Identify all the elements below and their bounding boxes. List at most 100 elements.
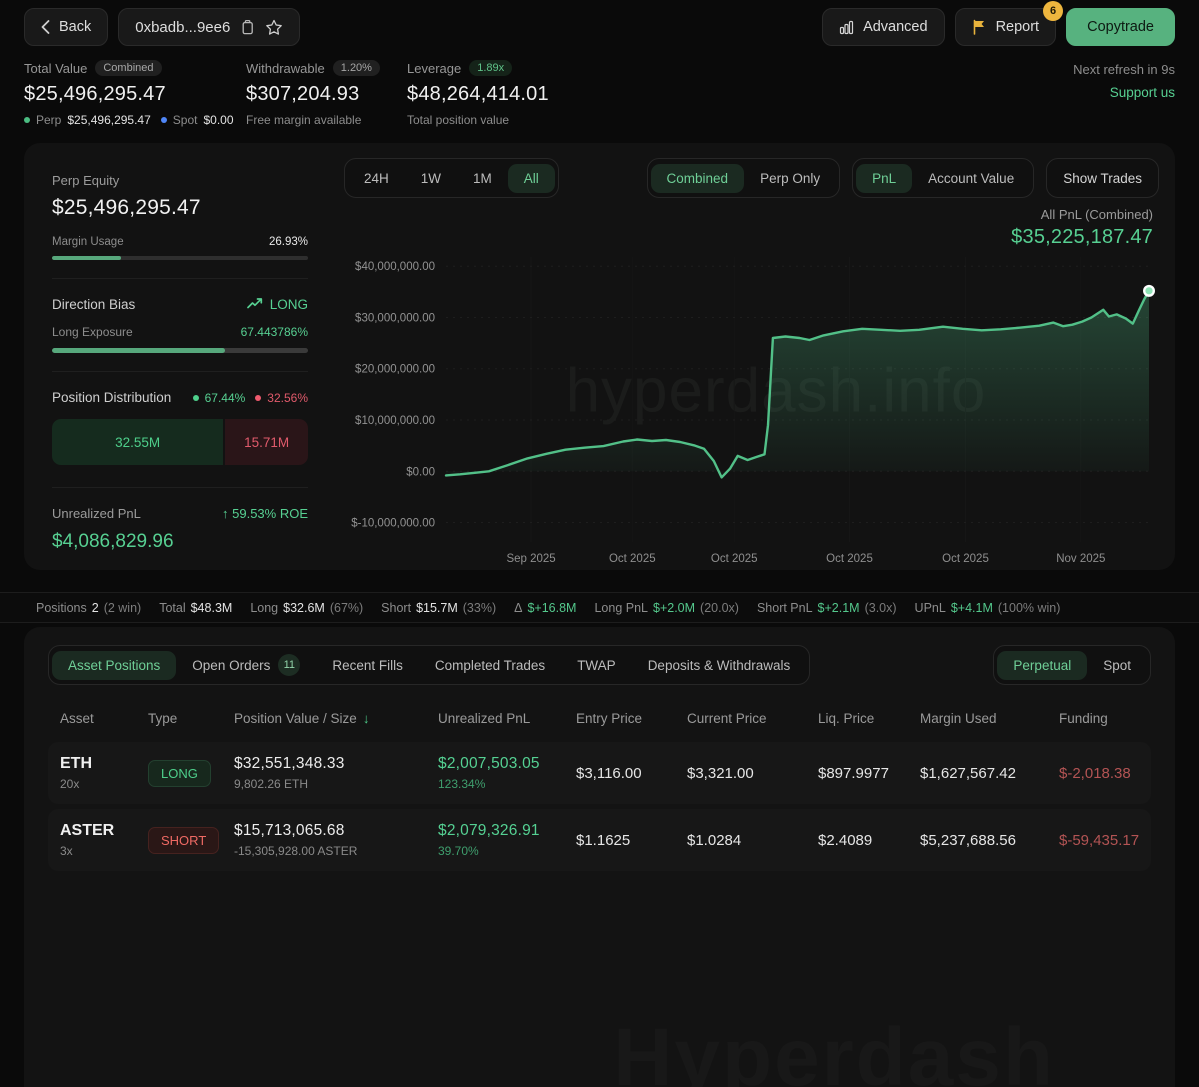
col-liq-price[interactable]: Liq. Price [818, 711, 920, 726]
row-upnl: $2,079,326.91 [438, 822, 576, 840]
row-upnl: $2,007,503.05 [438, 755, 576, 773]
tab-deposits-withdrawals[interactable]: Deposits & Withdrawals [632, 651, 807, 680]
range-1m-tab[interactable]: 1M [457, 164, 508, 193]
tab-asset-positions[interactable]: Asset Positions [52, 651, 176, 680]
metric-account-value-tab[interactable]: Account Value [912, 164, 1030, 193]
col-asset[interactable]: Asset [60, 711, 148, 726]
perp-label: Perp [36, 113, 61, 127]
advanced-label: Advanced [863, 19, 928, 35]
roe-value: 59.53% ROE [232, 506, 308, 521]
long-exposure-value: 67.443786% [241, 325, 308, 339]
row-upnl-pct: 123.34% [438, 777, 576, 791]
svg-text:$40,000,000.00: $40,000,000.00 [355, 261, 435, 273]
withdrawable-stat: Withdrawable 1.20% $307,204.93 Free marg… [246, 60, 407, 127]
withdrawable-label: Withdrawable [246, 61, 325, 76]
perp-value: $25,496,295.47 [67, 113, 150, 127]
withdrawable-sub: Free margin available [246, 113, 361, 127]
col-type[interactable]: Type [148, 711, 234, 726]
summary-upnl: UPnL$+4.1M(100% win) [915, 601, 1061, 615]
table-watermark: Hyperdash [613, 1011, 1055, 1087]
svg-text:Oct 2025: Oct 2025 [609, 553, 656, 565]
equity-panel: Perp Equity $25,496,295.47 Margin Usage … [24, 143, 334, 570]
svg-text:$0.00: $0.00 [406, 466, 435, 478]
total-value-label: Total Value [24, 61, 87, 76]
copytrade-button[interactable]: Copytrade [1066, 8, 1175, 46]
time-range-group: 24H 1W 1M All [344, 158, 559, 198]
long-badge: LONG [148, 760, 211, 787]
dist-long-pct: 67.44% [205, 391, 246, 405]
col-unrealized-pnl[interactable]: Unrealized PnL [438, 711, 576, 726]
range-all-tab[interactable]: All [508, 164, 555, 193]
margin-used: $1,627,567.42 [920, 765, 1059, 782]
pnl-chart-area: 24H 1W 1M All Combined Perp Only PnL Acc… [334, 143, 1175, 570]
col-current-price[interactable]: Current Price [687, 711, 818, 726]
short-badge: SHORT [148, 827, 219, 854]
wallet-address-pill[interactable]: 0xbadb...9ee6 [118, 8, 300, 46]
back-button[interactable]: Back [24, 8, 108, 46]
svg-text:Oct 2025: Oct 2025 [711, 553, 758, 565]
market-perpetual-tab[interactable]: Perpetual [997, 651, 1087, 680]
position-row-aster[interactable]: ASTER3x SHORT $15,713,065.68-15,305,928.… [48, 809, 1151, 871]
summary-delta: Δ$+16.8M [514, 601, 576, 615]
summary-long-pnl: Long PnL$+2.0M(20.0x) [594, 601, 738, 615]
metric-group: PnL Account Value [852, 158, 1034, 198]
col-entry-price[interactable]: Entry Price [576, 711, 687, 726]
unrealized-pnl-label: Unrealized PnL [52, 506, 141, 521]
svg-text:$10,000,000.00: $10,000,000.00 [355, 415, 435, 427]
perp-equity-value: $25,496,295.47 [52, 196, 308, 220]
account-stats-row: Total Value Combined $25,496,295.47 Perp… [0, 60, 1199, 127]
position-value: $15,713,065.68 [234, 822, 438, 840]
wallet-address: 0xbadb...9ee6 [135, 19, 230, 36]
range-24h-tab[interactable]: 24H [348, 164, 405, 193]
advanced-button[interactable]: Advanced [822, 8, 945, 46]
portfolio-card: Perp Equity $25,496,295.47 Margin Usage … [24, 143, 1175, 570]
copy-icon[interactable] [240, 19, 255, 35]
support-us-link[interactable]: Support us [1073, 85, 1175, 100]
current-price: $1.0284 [687, 832, 818, 849]
report-count-badge: 6 [1043, 1, 1063, 21]
tab-open-orders[interactable]: Open Orders 11 [176, 647, 316, 683]
mode-perp-only-tab[interactable]: Perp Only [744, 164, 836, 193]
withdrawable-value: $307,204.93 [246, 83, 407, 106]
flag-icon [972, 19, 987, 35]
roe-up-arrow-icon: ↑ [222, 506, 229, 521]
col-position-value[interactable]: Position Value / Size↓ [234, 711, 438, 726]
tab-completed-trades[interactable]: Completed Trades [419, 651, 561, 680]
report-button[interactable]: Report 6 [955, 8, 1057, 46]
col-margin-used[interactable]: Margin Used [920, 711, 1059, 726]
row-upnl-pct: 39.70% [438, 844, 576, 858]
long-exposure-label: Long Exposure [52, 325, 133, 339]
leverage-stat: Leverage 1.89x $48,264,414.01 Total posi… [407, 60, 549, 127]
show-trades-button[interactable]: Show Trades [1046, 158, 1159, 198]
col-funding[interactable]: Funding [1059, 711, 1151, 726]
refresh-countdown: Next refresh in 9s [1073, 62, 1175, 77]
market-type-group: Perpetual Spot [993, 645, 1151, 685]
tab-twap[interactable]: TWAP [561, 651, 632, 680]
perp-equity-label: Perp Equity [52, 173, 308, 188]
entry-price: $1.1625 [576, 832, 687, 849]
leverage-badge: 1.89x [469, 60, 512, 76]
position-row-eth[interactable]: ETH20x LONG $32,551,348.339,802.26 ETH $… [48, 742, 1151, 804]
positions-table-header: Asset Type Position Value / Size↓ Unreal… [48, 711, 1151, 726]
asset-leverage: 3x [60, 844, 148, 858]
combined-badge: Combined [95, 60, 161, 76]
direction-bias-value: LONG [270, 297, 308, 312]
position-distribution-label: Position Distribution [52, 390, 171, 405]
tab-recent-fills[interactable]: Recent Fills [316, 651, 419, 680]
pnl-chart[interactable]: hyperdash.info Sep 2025Oct 2025Oct 2025O… [344, 251, 1159, 570]
long-exposure-bar [52, 348, 308, 353]
market-spot-tab[interactable]: Spot [1087, 651, 1147, 680]
leverage-sub: Total position value [407, 113, 509, 127]
direction-bias-label: Direction Bias [52, 297, 135, 312]
margin-used: $5,237,688.56 [920, 832, 1059, 849]
liq-price: $897.9977 [818, 765, 920, 782]
range-1w-tab[interactable]: 1W [405, 164, 457, 193]
summary-positions: Positions2(2 win) [36, 601, 141, 615]
long-distribution-cell: 32.55M [52, 419, 223, 465]
summary-short: Short$15.7M(33%) [381, 601, 496, 615]
svg-text:Nov 2025: Nov 2025 [1056, 553, 1105, 565]
favorite-star-icon[interactable] [265, 19, 283, 36]
metric-pnl-tab[interactable]: PnL [856, 164, 912, 193]
current-price: $3,321.00 [687, 765, 818, 782]
mode-combined-tab[interactable]: Combined [651, 164, 745, 193]
